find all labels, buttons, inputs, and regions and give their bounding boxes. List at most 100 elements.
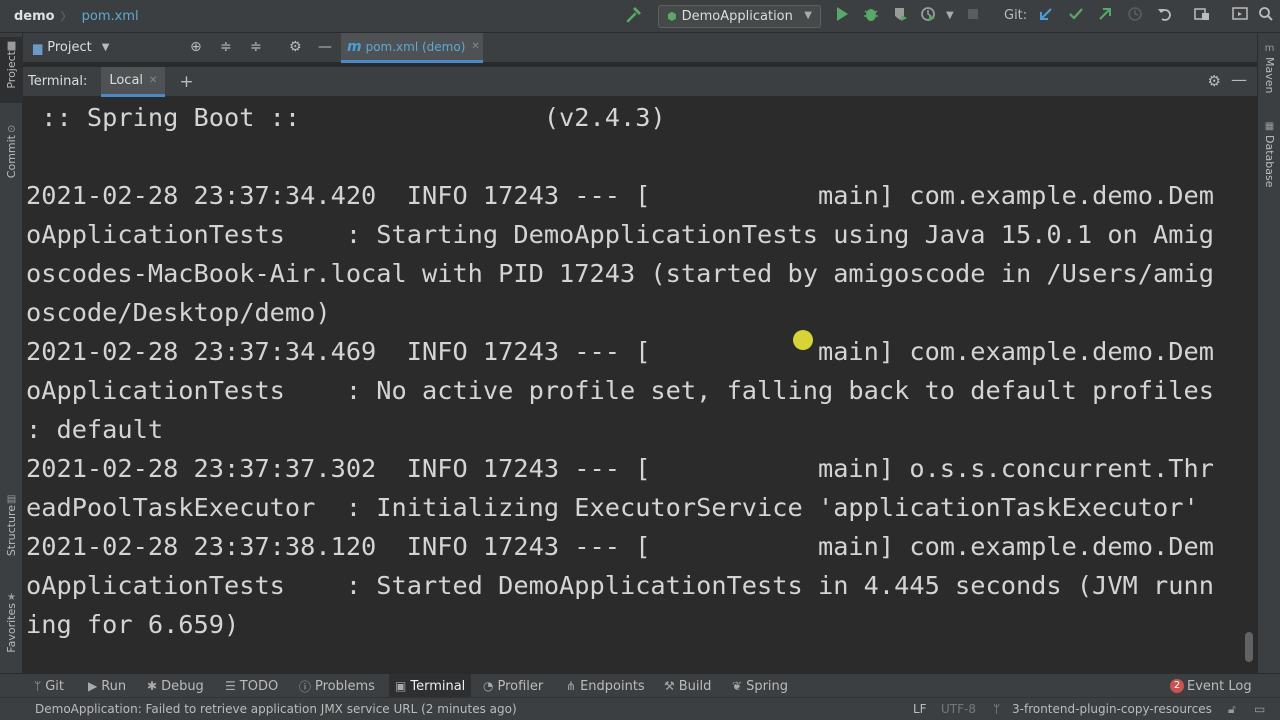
minimize-icon[interactable]: — [318, 39, 332, 55]
encoding-indicator[interactable]: UTF-8 [941, 702, 976, 716]
git-commit-icon[interactable] [1068, 6, 1084, 27]
terminal-line: oApplicationTests : Started DemoApplicat… [26, 571, 1214, 600]
left-tool-strip: ▆ Project ⊙ Commit ▤ Structure ★ Favorit… [0, 33, 23, 673]
git-push-icon[interactable] [1097, 6, 1113, 27]
tool-window-bar: ᛘ Git ▶ Run ✱ Debug ☰ TODO ⓘ Problems ▣ Termin… [0, 673, 1280, 698]
terminal-output[interactable]: :: Spring Boot :: (v2.4.3) 2021-02-28 23… [23, 97, 1257, 673]
terminal-line: eadPoolTaskExecutor : Initializing Execu… [26, 493, 1199, 522]
tool-tab-commit[interactable]: ⊙ Commit [0, 121, 23, 187]
tool-tab-commit-label: Commit [5, 135, 18, 179]
navigation-bar: demo 〉 pom.xml ⬢ DemoApplication ▼ ▼ Git… [0, 0, 1280, 33]
tool-window-label: TODO [239, 678, 279, 694]
run-icon[interactable] [835, 6, 849, 27]
locate-icon[interactable]: ⊕ [190, 39, 202, 55]
history-icon[interactable] [1127, 6, 1143, 27]
tool-window-todo[interactable]: ☰ TODO [225, 674, 278, 698]
tool-window-label: Terminal [410, 678, 466, 694]
minimize-icon[interactable]: — [1231, 70, 1247, 89]
terminal-line: 2021-02-28 23:37:38.120 INFO 17243 --- [… [26, 532, 1214, 561]
status-bar: DemoApplication: Failed to retrieve appl… [0, 697, 1280, 720]
terminal-tab-label: Local [109, 72, 144, 88]
presentation-icon[interactable] [1232, 6, 1248, 27]
mouse-cursor-highlight [793, 330, 813, 350]
structure-icon: ▤ [6, 494, 17, 505]
tool-tab-project[interactable]: ▆ Project [0, 37, 23, 103]
tool-tab-maven[interactable]: m Maven [1258, 43, 1280, 103]
terminal-line: 2021-02-28 23:37:37.302 INFO 17243 --- [… [26, 454, 1214, 483]
tool-tab-favorites[interactable]: ★ Favorites [0, 589, 23, 665]
tool-window-terminal[interactable]: ▣ Terminal [389, 674, 472, 698]
line-separator-indicator[interactable]: LF [913, 702, 927, 716]
project-view-select[interactable]: ▆ Project ▼ [33, 40, 109, 55]
terminal-line: 2021-02-28 23:37:34.469 INFO 17243 --- [… [26, 337, 1214, 366]
tool-window-label: Spring [746, 678, 789, 694]
coverage-icon[interactable] [892, 6, 908, 27]
tool-window-run[interactable]: ▶ Run [88, 674, 126, 698]
close-icon[interactable]: ✕ [471, 41, 479, 52]
tool-window-label: Event Log [1187, 678, 1252, 694]
right-tool-strip: m Maven ▦ Database [1257, 33, 1280, 673]
tool-tab-database[interactable]: ▦ Database [1258, 121, 1280, 197]
lock-icon[interactable]: 🔓︎ [1228, 702, 1236, 717]
tool-window-label: Git [45, 678, 64, 694]
close-icon[interactable]: ✕ [149, 75, 157, 86]
profile-icon[interactable] [920, 6, 936, 27]
database-icon: ▦ [1264, 121, 1275, 132]
terminal-line: oApplicationTests : No active profile se… [26, 376, 1214, 405]
git-update-icon[interactable] [1038, 6, 1054, 27]
tool-tab-structure[interactable]: ▤ Structure [0, 491, 23, 571]
breadcrumb-separator-icon: 〉 [60, 10, 72, 23]
terminal-line: oscodes-MacBook-Air.local with PID 17243… [26, 259, 1214, 288]
collapse-all-icon[interactable]: ≑ [250, 39, 262, 55]
tool-window-git[interactable]: ᛘ Git [34, 674, 64, 698]
run-icon: ▶ [88, 679, 98, 693]
more-run-options-icon[interactable]: ▼ [946, 6, 954, 26]
search-icon[interactable] [1258, 6, 1274, 27]
gear-icon[interactable]: ⚙ [1208, 72, 1221, 90]
stop-icon[interactable] [966, 6, 980, 26]
terminal-scrollbar[interactable] [1245, 632, 1253, 662]
maven-icon: m [1264, 43, 1275, 54]
expand-all-icon[interactable]: ≑ [220, 39, 232, 55]
tool-window-event-log[interactable]: 2 Event Log [1170, 674, 1252, 698]
tool-window-label: Problems [315, 678, 375, 694]
tool-window-spring[interactable]: ❦ Spring [732, 674, 788, 698]
new-terminal-tab-icon[interactable]: + [179, 72, 193, 92]
tool-window-build[interactable]: ⚒ Build [664, 674, 711, 698]
project-structure-icon[interactable] [1194, 6, 1210, 27]
terminal-line: 2021-02-28 23:37:34.420 INFO 17243 --- [… [26, 181, 1214, 210]
terminal-line: : default [26, 415, 164, 444]
tool-window-label: Build [678, 678, 712, 694]
run-configuration-select[interactable]: ⬢ DemoApplication ▼ [658, 5, 821, 28]
star-icon: ★ [7, 592, 16, 603]
tool-window-profiler[interactable]: ◔ Profiler [483, 674, 543, 698]
commit-icon: ⊙ [7, 124, 16, 135]
tool-tab-project-label: Project [5, 51, 18, 89]
breadcrumb-project[interactable]: demo [0, 9, 61, 24]
terminal-line: oscode/Desktop/demo) [26, 298, 331, 327]
profiler-icon: ◔ [483, 679, 494, 693]
tool-window-problems[interactable]: ⓘ Problems [299, 674, 375, 698]
git-branch-indicator[interactable]: 3-frontend-plugin-copy-resources [1012, 702, 1212, 716]
terminal-tab-local[interactable]: Local ✕ [101, 66, 166, 97]
event-log-badge: 2 [1170, 679, 1184, 693]
tool-window-endpoints[interactable]: ⋔ Endpoints [566, 674, 645, 698]
chevron-down-icon: ▼ [101, 42, 110, 53]
tool-tab-favorites-label: Favorites [5, 603, 18, 653]
terminal-title: Terminal: [28, 74, 88, 89]
gear-icon[interactable]: ⚙ [289, 39, 302, 55]
spring-boot-icon: ⬢ [667, 10, 677, 23]
rollback-icon[interactable] [1157, 6, 1173, 27]
tool-tab-database-label: Database [1263, 135, 1276, 188]
memory-indicator-icon[interactable]: ▭ [1254, 702, 1265, 716]
git-branch-icon: ᛘ [993, 702, 1001, 716]
terminal-header: Terminal: Local ✕ + ⚙ — [23, 66, 1257, 97]
breadcrumb-file[interactable]: pom.xml [72, 9, 145, 24]
hammer-icon[interactable] [625, 6, 643, 29]
tool-window-debug[interactable]: ✱ Debug [147, 674, 204, 698]
project-panel-header: ▆ Project ▼ ⊕ ≑ ≑ ⚙ — [23, 33, 341, 63]
debug-icon[interactable] [863, 6, 879, 27]
editor-tab-pom[interactable]: m pom.xml (demo) ✕ [341, 33, 483, 63]
status-message[interactable]: DemoApplication: Failed to retrieve appl… [35, 702, 517, 716]
info-icon: ⓘ [299, 679, 312, 694]
